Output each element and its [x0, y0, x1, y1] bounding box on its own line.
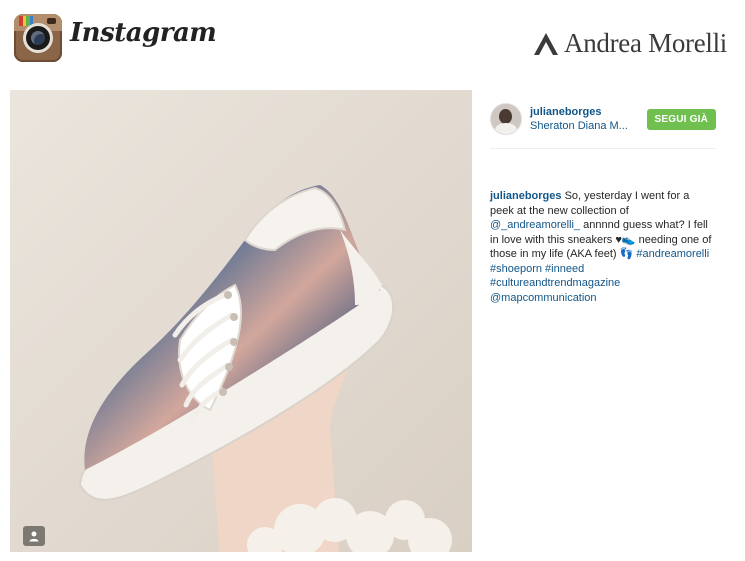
caption-mention-2-link[interactable]: @mapcommunication [490, 292, 597, 304]
post-caption: julianeborges So, yesterday I went for a… [490, 189, 716, 305]
brand-name: Andrea Morelli [564, 28, 727, 58]
follow-button[interactable]: SEGUI GIÀ [646, 108, 716, 130]
brand-logo: Andrea Morelli [534, 28, 727, 59]
caption-username-link[interactable]: julianeborges [490, 190, 562, 202]
location-link[interactable]: Sheraton Diana M... [530, 119, 647, 133]
post-author: julianeborges Sheraton Diana M... [530, 106, 647, 133]
post-panel: julianeborges Sheraton Diana M... SEGUI … [490, 100, 716, 305]
avatar[interactable] [490, 103, 522, 135]
caption-mention-link[interactable]: @_andreamorelli_ [490, 219, 580, 231]
instagram-logo-icon [14, 14, 62, 62]
instagram-wordmark: Instagram [70, 18, 217, 48]
user-tag-icon[interactable] [23, 526, 45, 546]
brand-mark-icon [534, 32, 558, 55]
post-header: julianeborges Sheraton Diana M... SEGUI … [490, 100, 716, 149]
post-photo[interactable] [10, 90, 472, 552]
username-link[interactable]: julianeborges [530, 106, 647, 119]
